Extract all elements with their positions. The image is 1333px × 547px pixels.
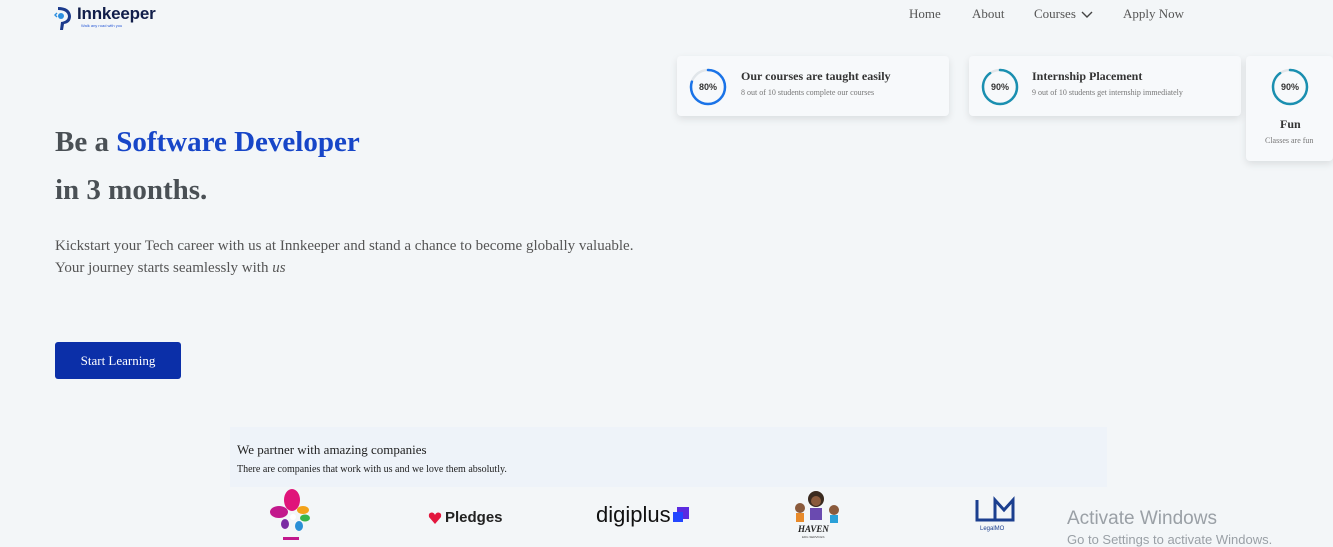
haven-logo-text: HAVEN	[798, 524, 829, 534]
nav-courses-dropdown[interactable]: Courses	[1034, 6, 1093, 22]
stat-subtitle: 9 out of 10 students get internship imme…	[1032, 88, 1183, 97]
stat-card-fun: 90% Fun Classes are fun	[1246, 56, 1333, 161]
digiplus-mark-icon	[672, 507, 689, 522]
nav-courses-label: Courses	[1034, 6, 1076, 21]
nav-home[interactable]: Home	[909, 6, 941, 22]
digiplus-logo-text: digiplus	[596, 502, 671, 527]
heart-icon	[428, 512, 442, 524]
stat-card-internship: 90% Internship Placement 9 out of 10 stu…	[969, 56, 1241, 116]
legalmo-logo: LegalMO	[973, 496, 1017, 538]
legalmo-mark-icon	[975, 496, 1015, 522]
hero-description-line2: Your journey starts seamlessly with us	[55, 257, 633, 279]
brand-tagline: Walk any road with you	[81, 23, 123, 28]
chevron-down-icon	[1081, 11, 1093, 19]
hero-description-line1: Kickstart your Tech career with us at In…	[55, 238, 634, 254]
hero-description-text: Your journey starts seamlessly with	[55, 260, 269, 276]
hero-headline-line2: in 3 months.	[55, 174, 208, 206]
hero-headline: Be a Software Developer	[55, 126, 360, 159]
stat-subtitle: 8 out of 10 students complete our course…	[741, 88, 875, 97]
innkeeper-logo-icon	[54, 7, 71, 30]
hero-headline-prefix: Be a	[55, 126, 109, 158]
nav-about[interactable]: About	[972, 6, 1005, 22]
pledges-logo-text: Pledges	[445, 509, 503, 526]
haven-logo-caption: EDU-SERVICES	[802, 535, 825, 539]
digiplus-logo: digiplus	[596, 502, 689, 528]
hero-headline-accent: Software Developer	[116, 126, 360, 158]
activate-windows-subtitle: Go to Settings to activate Windows.	[1067, 532, 1273, 547]
haven-logo: HAVEN EDU-SERVICES	[788, 490, 844, 542]
stat-value: 90%	[1280, 82, 1299, 92]
stat-value: 80%	[698, 82, 717, 92]
stat-card-completion: 80% Our courses are taught easily 8 out …	[677, 56, 949, 116]
partners-title: We partner with amazing companies	[237, 442, 427, 457]
brand-logo[interactable]: Innkeeper Walk any road with you	[54, 5, 156, 31]
start-learning-button[interactable]: Start Learning	[55, 342, 181, 379]
stat-subtitle: Classes are fun	[1265, 136, 1314, 145]
nav-apply-now[interactable]: Apply Now	[1123, 6, 1184, 22]
hero-description-emphasis: us	[272, 260, 286, 276]
pledges-logo: Pledges	[428, 509, 503, 526]
brand-name: Innkeeper	[77, 4, 156, 23]
partners-subtitle: There are companies that work with us an…	[237, 464, 507, 475]
flower-logo	[270, 489, 310, 540]
stat-title: Internship Placement	[1032, 69, 1143, 83]
partners-section: We partner with amazing companies There …	[230, 427, 1107, 487]
stat-title: Fun	[1280, 117, 1301, 131]
legalmo-logo-text: LegalMO	[980, 526, 1005, 532]
stat-value: 90%	[990, 82, 1009, 92]
hero-description: Kickstart your Tech career with us at In…	[55, 235, 633, 279]
activate-windows-title: Activate Windows	[1067, 508, 1217, 529]
stat-title: Our courses are taught easily	[741, 69, 891, 83]
